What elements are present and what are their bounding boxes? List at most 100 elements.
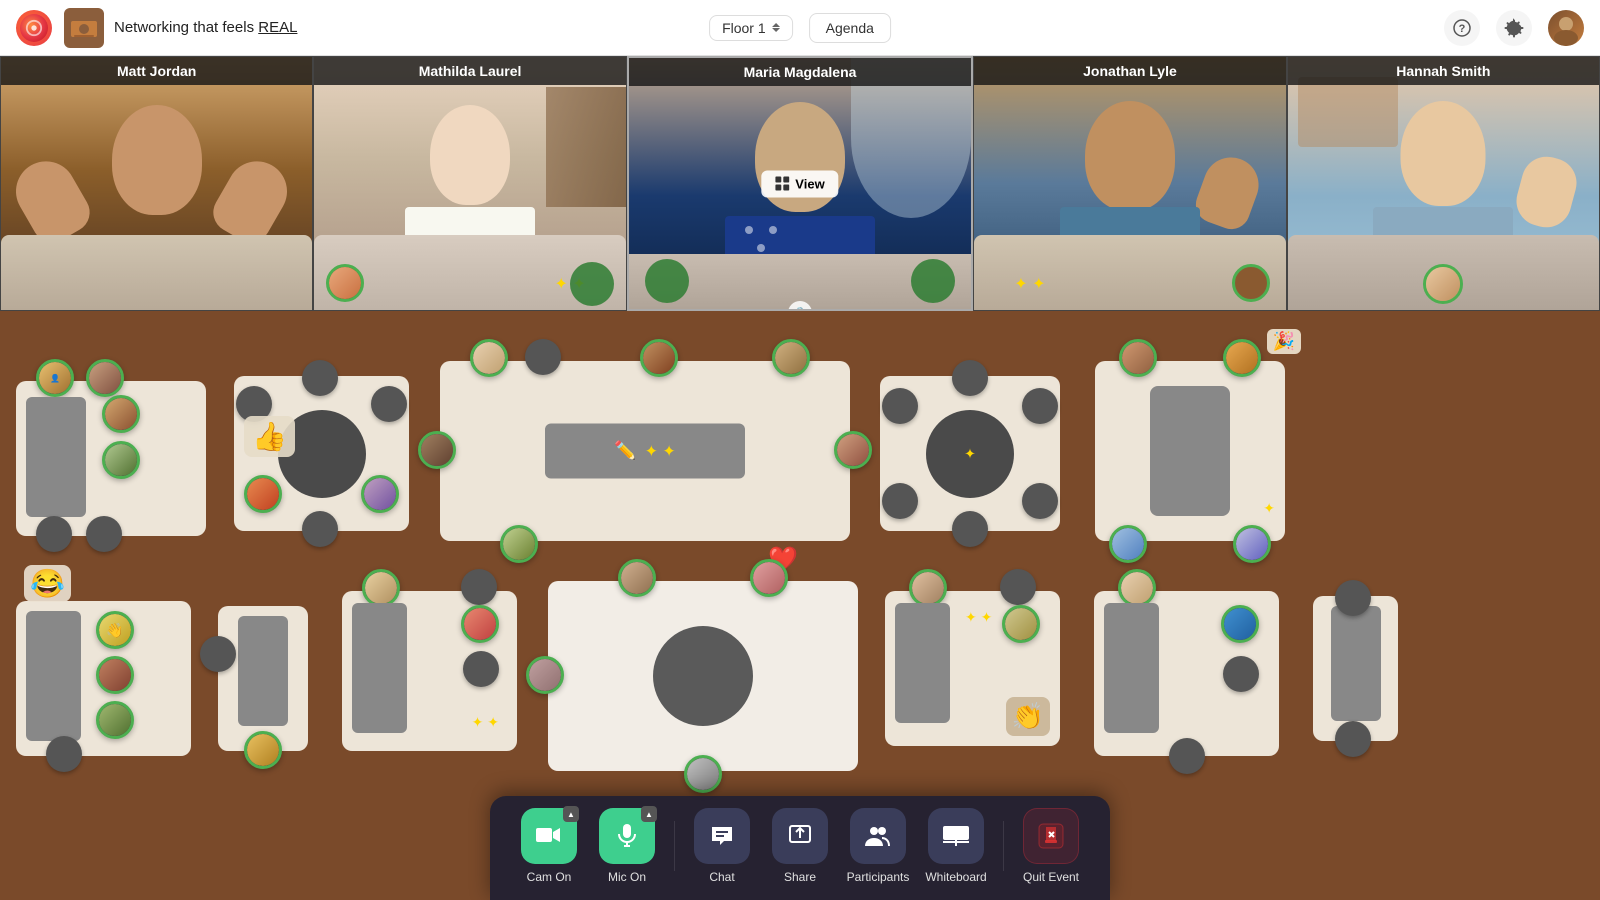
topbar-center: Floor 1 Agenda (709, 13, 891, 43)
toolbar-cam-on[interactable]: ▲ Cam On (514, 808, 584, 884)
user-avatar[interactable] (1548, 10, 1584, 46)
mic-on-button[interactable]: ▲ (599, 808, 655, 864)
face-hannah (1401, 101, 1486, 206)
event-title: Networking that feels REAL (114, 19, 297, 36)
seat-t11-r2 (1223, 656, 1259, 692)
table-8: ✦ ✦ (342, 591, 517, 751)
desk-mathilda: ✦ ✦ (314, 235, 625, 310)
table-3: ✏️ ✦ ✦ (440, 361, 850, 541)
quit-event-button[interactable] (1023, 808, 1079, 864)
surface-t12 (1331, 606, 1381, 721)
video-strip: Matt Jordan ✦ ✦ Mathilda Laurel (0, 56, 1600, 311)
seat-t5-t2 (1223, 339, 1261, 377)
toolbar-mic-on[interactable]: ▲ Mic On (592, 808, 662, 884)
name-hannah: Hannah Smith (1288, 57, 1599, 85)
floor-arrow-up (772, 23, 780, 27)
event-thumbnail[interactable] (64, 8, 104, 48)
seat-t3-t3 (640, 339, 678, 377)
view-button[interactable]: View (761, 170, 838, 197)
seat-t4-tr (1022, 388, 1058, 424)
floor-selector[interactable]: Floor 1 (709, 15, 793, 41)
seat-t4-bl (882, 483, 918, 519)
surface-t8 (352, 603, 407, 733)
mini-av-face-mathilda (329, 267, 361, 299)
chair-mathilda (570, 262, 614, 306)
table-9: ❤️ (548, 581, 858, 771)
face-matt (112, 105, 202, 215)
seat-t10-t1 (909, 569, 947, 607)
toolbar-participants[interactable]: Participants (843, 808, 913, 884)
sparkle-t8: ✦ ✦ (472, 714, 499, 731)
floor-arrows (772, 23, 780, 32)
table-1: 👤 (16, 381, 206, 536)
seat-t2-br (361, 475, 399, 513)
seat-t9-t2 (750, 559, 788, 597)
seat-t2-top (302, 360, 338, 396)
video-cell-maria: View 🔒 Maria Magdalena (627, 56, 974, 311)
seat-t8-r2 (463, 651, 499, 687)
surface-t10 (895, 603, 950, 723)
mini-av-mathilda (326, 264, 364, 302)
sparkle-t10: ✦ ✦ (965, 609, 992, 626)
event-title-container: Networking that feels REAL (114, 19, 297, 37)
seat-t7-b (244, 731, 282, 769)
name-jonathan: Jonathan Lyle (974, 57, 1285, 85)
seat-t3-r (834, 431, 872, 469)
help-icon[interactable]: ? (1444, 10, 1480, 46)
toolbar-quit-event[interactable]: Quit Event (1016, 808, 1086, 884)
table-10: ✦ ✦ 👏 (885, 591, 1060, 746)
mic-chevron[interactable]: ▲ (641, 806, 657, 822)
agenda-button[interactable]: Agenda (809, 13, 891, 43)
av-face-hannah (1426, 267, 1460, 301)
seat-t9-t1 (618, 559, 656, 597)
table-5: ✦ 🎉 (1095, 361, 1285, 541)
seat-t5-b1 (1109, 525, 1147, 563)
cam-on-button[interactable]: ▲ (521, 808, 577, 864)
reaction-t5: 🎉 (1267, 329, 1301, 354)
seat-t11-t1 (1118, 569, 1156, 607)
sparkle-t4: ✦ (964, 445, 976, 462)
seat-t9-l (526, 656, 564, 694)
settings-icon[interactable] (1496, 10, 1532, 46)
seat-t7-l (200, 636, 236, 672)
seat-t11-r1 (1221, 605, 1259, 643)
event-title-real: REAL (258, 19, 297, 36)
sofa-surface-t1 (26, 397, 86, 517)
toolbar-whiteboard[interactable]: Whiteboard (921, 808, 991, 884)
conf-surface-t3: ✏️ ✦ ✦ (545, 424, 745, 479)
table-2: 👍 (234, 376, 409, 531)
seat-t2-tr (371, 386, 407, 422)
table-4: ✦ (880, 376, 1060, 531)
app-logo[interactable] (16, 10, 52, 46)
toolbar-chat[interactable]: Chat (687, 808, 757, 884)
sparkle-jonathan: ✦ ✦ (1014, 274, 1045, 294)
main-area: Matt Jordan ✦ ✦ Mathilda Laurel (0, 56, 1600, 900)
share-button[interactable] (772, 808, 828, 864)
quit-event-label: Quit Event (1023, 870, 1079, 884)
seat-t12-t (1335, 580, 1371, 616)
seat-t3-t4 (772, 339, 810, 377)
seat-t1-6 (86, 516, 122, 552)
floor-label: Floor 1 (722, 20, 766, 36)
seat-t9-b (684, 755, 722, 793)
seat-t3-t1 (470, 339, 508, 377)
seat-t3-b1 (500, 525, 538, 563)
chat-button[interactable] (694, 808, 750, 864)
participants-button[interactable] (850, 808, 906, 864)
toolbar-divider-1 (674, 821, 675, 871)
seat-t4-br (1022, 483, 1058, 519)
dot2 (769, 226, 777, 234)
whiteboard-button[interactable] (928, 808, 984, 864)
seat-t6-r1: 👋 (96, 611, 134, 649)
seat-t4-tl (882, 388, 918, 424)
seat-t3-t2 (525, 339, 561, 375)
participants-label: Participants (847, 870, 910, 884)
seat-t12-b (1335, 721, 1371, 757)
seat-t2-bot (302, 511, 338, 547)
cam-chevron[interactable]: ▲ (563, 806, 579, 822)
svg-text:?: ? (1459, 23, 1466, 35)
toolbar-share[interactable]: Share (765, 808, 835, 884)
seat-t11-b (1169, 738, 1205, 774)
seat-t8-r1 (461, 605, 499, 643)
seat-t1-4 (102, 441, 140, 479)
